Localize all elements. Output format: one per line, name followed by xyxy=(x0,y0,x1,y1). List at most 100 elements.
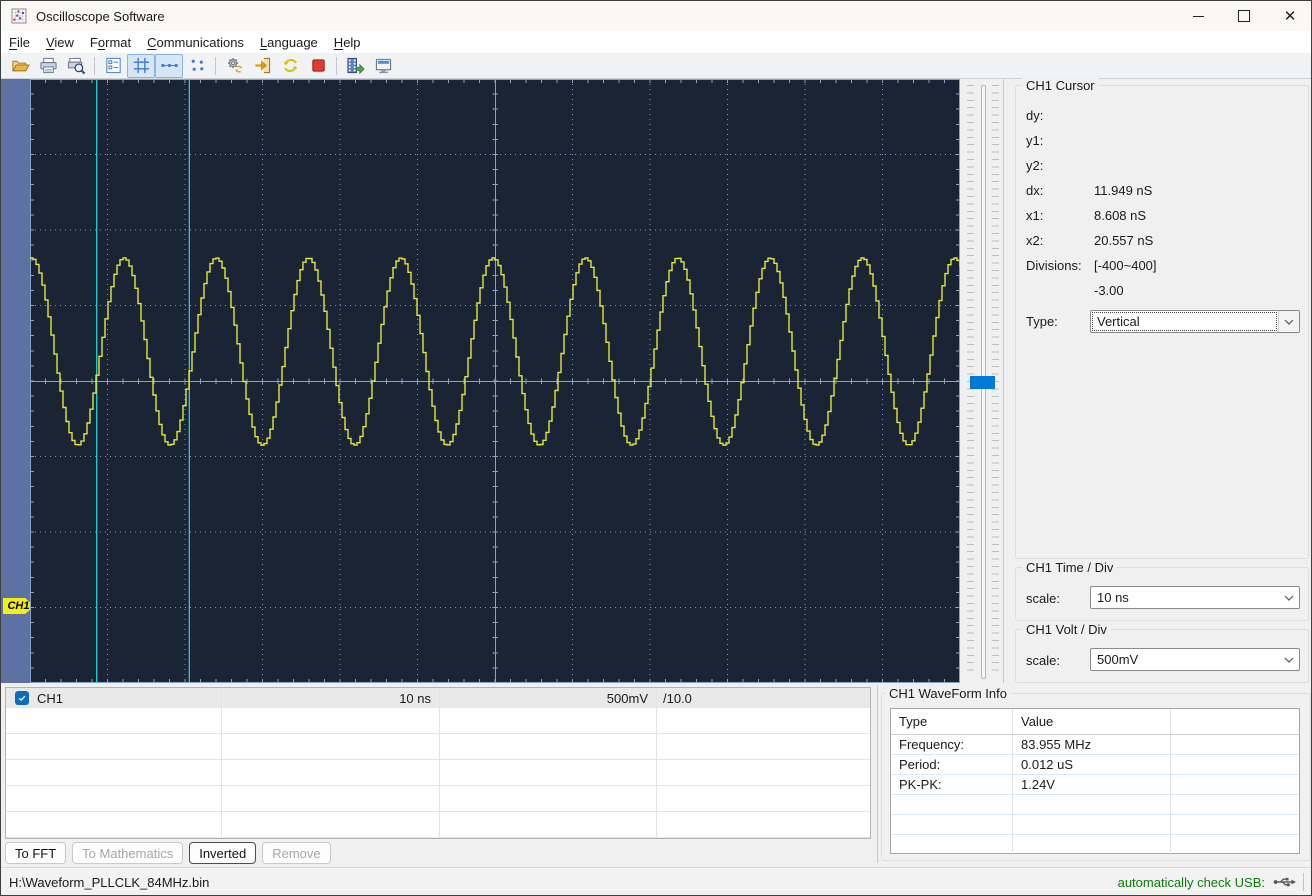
slider-handle[interactable] xyxy=(970,376,995,389)
channel-row-empty xyxy=(6,760,870,786)
window-title: Oscilloscope Software xyxy=(36,8,165,24)
channel-row-ch1[interactable]: CH1 10 ns 500mV /10.0 xyxy=(6,688,870,708)
stop-icon xyxy=(311,59,325,72)
film-export-icon xyxy=(346,57,365,75)
remove-button[interactable]: Remove xyxy=(262,842,331,864)
toolbar-separator xyxy=(336,56,337,75)
channel-row-empty xyxy=(6,812,870,838)
info-row-frequency: Frequency: 83.955 MHz xyxy=(891,735,1299,755)
menu-language[interactable]: Language xyxy=(253,33,325,52)
volt-div-title: CH1 Volt / Div xyxy=(1022,622,1111,637)
cursor-row-y1: y1: xyxy=(1026,133,1044,148)
waveform-info-table: Type Value Frequency: 83.955 MHz Period:… xyxy=(890,708,1300,855)
info-row-period: Period: 0.012 uS xyxy=(891,755,1299,775)
maximize-button[interactable] xyxy=(1221,1,1267,31)
app-icon xyxy=(11,8,27,24)
status-bar: H:\Waveform_PLLCLK_84MHz.bin automatical… xyxy=(1,867,1311,895)
grid-display-button[interactable] xyxy=(127,53,155,78)
open-folder-icon xyxy=(11,60,30,72)
print-preview-button[interactable] xyxy=(62,54,90,78)
menu-view[interactable]: View xyxy=(39,33,81,52)
oscilloscope-window: Oscilloscope Software ✕ File View Format… xyxy=(0,0,1312,896)
stop-button[interactable] xyxy=(304,54,332,78)
ch1-cursor-title: CH1 Cursor xyxy=(1022,78,1099,93)
vertical-offset-slider xyxy=(960,79,1003,683)
time-div-title: CH1 Time / Div xyxy=(1022,560,1118,575)
channel-volt-div: 500mV xyxy=(606,690,648,706)
toolbar xyxy=(1,53,1311,79)
volt-div-select[interactable]: 500mV xyxy=(1090,648,1300,671)
menu-format[interactable]: Format xyxy=(83,33,138,52)
usb-icon xyxy=(1273,877,1296,887)
ch1-waveform-info-panel: CH1 WaveForm Info Type Value Frequency: … xyxy=(881,686,1311,861)
channel-row-empty xyxy=(6,786,870,812)
ch1-checkbox[interactable] xyxy=(15,691,29,705)
print-preview-icon xyxy=(67,57,85,75)
dashed-line-icon xyxy=(160,64,178,67)
exit-device-button[interactable] xyxy=(248,54,276,78)
exit-door-icon xyxy=(254,57,270,74)
bottom-panel-divider xyxy=(877,685,878,863)
monitor-display-button[interactable] xyxy=(369,54,397,78)
close-button[interactable]: ✕ xyxy=(1267,1,1311,31)
action-buttons: To FFT To Mathematics Inverted Remove xyxy=(5,842,331,864)
cursor-row-dy: dy: xyxy=(1026,108,1044,123)
channel-name: CH1 xyxy=(37,690,64,706)
to-fft-button[interactable]: To FFT xyxy=(5,842,67,864)
time-div-select[interactable]: 10 ns xyxy=(1090,586,1300,609)
printer-icon xyxy=(39,57,57,74)
info-header-type: Type xyxy=(891,709,1013,734)
to-mathematics-button[interactable]: To Mathematics xyxy=(72,842,184,864)
dashed-line-display-button[interactable] xyxy=(155,53,183,78)
inverted-button[interactable]: Inverted xyxy=(189,842,257,864)
export-record-button[interactable] xyxy=(341,54,369,78)
grid-icon xyxy=(133,57,149,74)
channel-row-empty xyxy=(6,734,870,760)
waveform-info-title: CH1 WaveForm Info xyxy=(885,686,1011,701)
info-row-empty xyxy=(891,815,1299,835)
settings-button[interactable] xyxy=(220,54,248,78)
dots-display-button[interactable] xyxy=(183,54,211,78)
menu-file[interactable]: File xyxy=(2,33,37,52)
ch1-time-div-panel: CH1 Time / Div scale: 10 ns xyxy=(1015,560,1309,621)
scope-display[interactable] xyxy=(30,79,960,683)
info-row-empty xyxy=(891,795,1299,815)
open-file-button[interactable] xyxy=(6,54,34,78)
cursor-row-x2: x2: 20.557 nS xyxy=(1026,233,1154,248)
list-view-button[interactable] xyxy=(99,54,127,78)
list-view-icon xyxy=(105,57,121,74)
channel-probe: /10.0 xyxy=(663,690,692,706)
cursor-row-divisions: Divisions: [-400~400] xyxy=(1026,258,1157,273)
menu-help[interactable]: Help xyxy=(327,33,368,52)
gears-icon xyxy=(227,58,242,73)
monitor-icon xyxy=(375,58,391,74)
cursor-row-dx: dx: 11.949 nS xyxy=(1026,183,1153,198)
menu-communications[interactable]: Communications xyxy=(140,33,251,52)
toolbar-separator xyxy=(215,56,216,75)
maximize-icon xyxy=(1238,10,1250,22)
toolbar-separator xyxy=(94,56,95,75)
channel-time-div: 10 ns xyxy=(399,690,431,706)
chevron-down-icon xyxy=(1279,649,1299,670)
minimize-icon xyxy=(1192,15,1204,17)
channel-marker-gutter xyxy=(1,79,30,683)
channel-row-empty xyxy=(6,708,870,734)
ch1-cursor-panel: CH1 Cursor dy: y1: y2: dx: 11.949 nS x1: 8… xyxy=(1015,78,1309,559)
dots-icon xyxy=(191,59,203,71)
cursor-type-select[interactable]: Vertical xyxy=(1090,310,1300,333)
cursor-row-position: -3.00 xyxy=(1094,283,1124,298)
cursor-type-label: Type: xyxy=(1026,314,1058,329)
channel-table: CH1 10 ns 500mV /10.0 xyxy=(5,687,871,839)
print-button[interactable] xyxy=(34,54,62,78)
chevron-down-icon xyxy=(1279,587,1299,608)
info-header-row: Type Value xyxy=(891,709,1299,735)
chevron-down-icon xyxy=(1278,311,1299,332)
menu-bar: File View Format Communications Language… xyxy=(1,31,1311,53)
cursor-row-x1: x1: 8.608 nS xyxy=(1026,208,1147,223)
statusbar-separator xyxy=(1303,873,1304,891)
usb-status-label: automatically check USB: xyxy=(1117,874,1265,890)
minimize-button[interactable] xyxy=(1175,1,1221,31)
refresh-button[interactable] xyxy=(276,54,304,78)
time-scale-label: scale: xyxy=(1026,591,1060,606)
info-row-pkpk: PK-PK: 1.24V xyxy=(891,775,1299,795)
